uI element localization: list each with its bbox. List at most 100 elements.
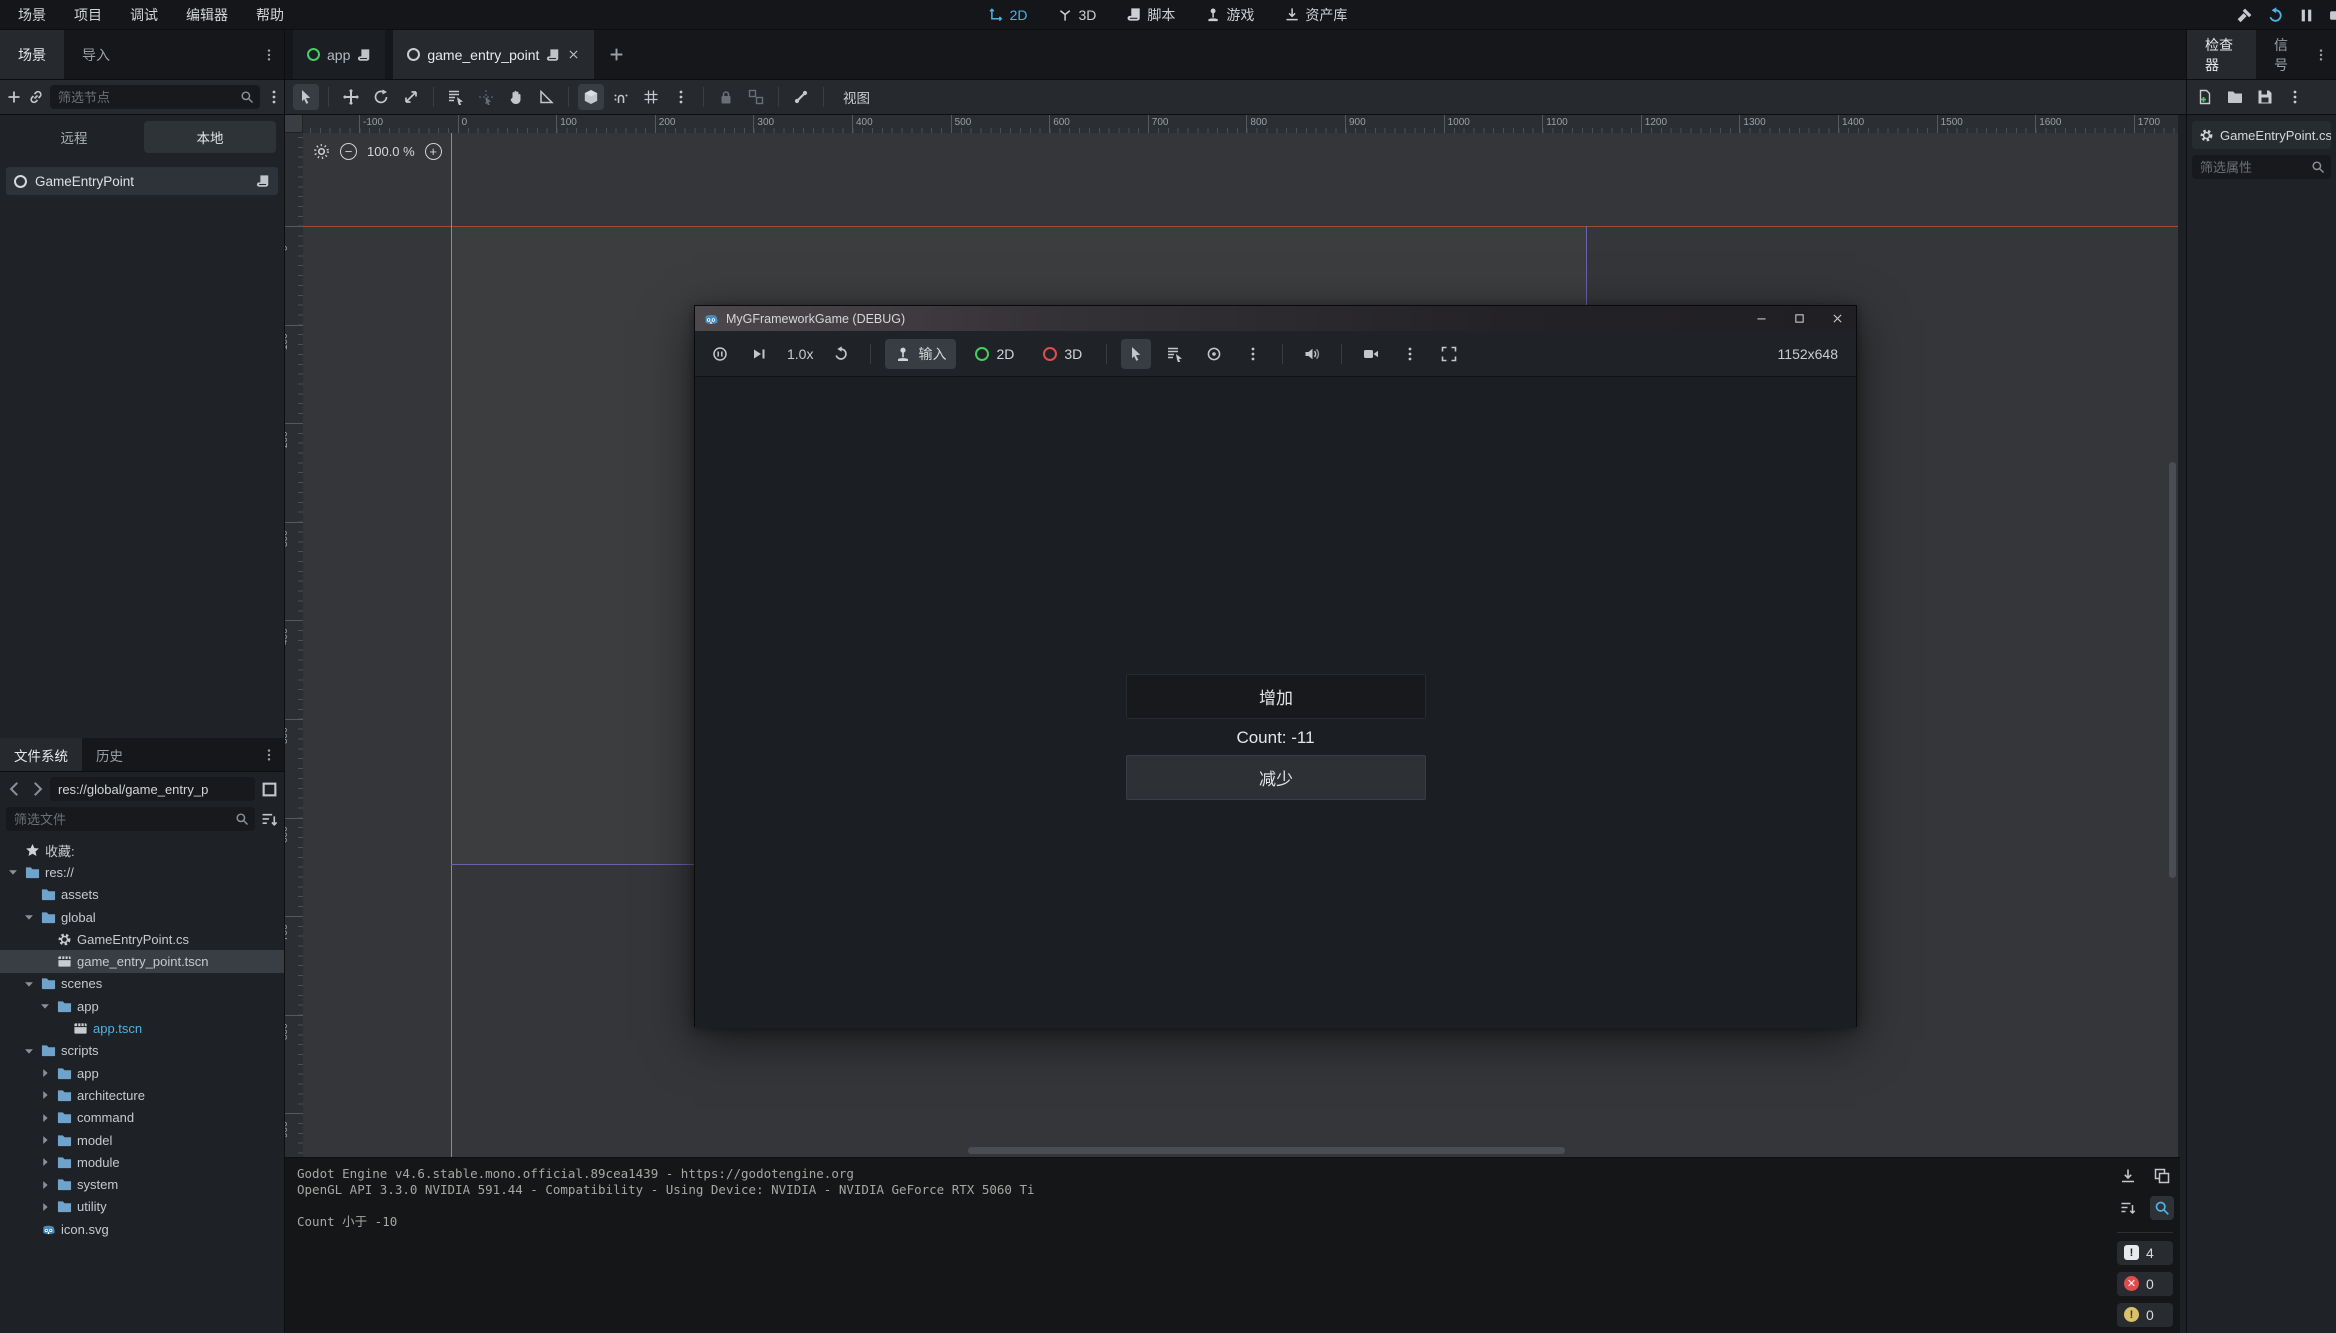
close-tab-icon[interactable] xyxy=(567,48,580,61)
lock-node-button[interactable] xyxy=(713,84,739,110)
instance-scene-button[interactable] xyxy=(28,84,44,110)
scene-tree-menu-button[interactable] xyxy=(266,84,282,110)
nav-back-icon[interactable] xyxy=(6,780,24,798)
filesystem-item-system[interactable]: system xyxy=(0,1173,284,1195)
zoom-out-button[interactable]: − xyxy=(340,143,357,160)
filter-files-input[interactable] xyxy=(6,807,255,831)
message-count-badge[interactable]: ! 4 xyxy=(2117,1241,2173,1265)
menu-editor[interactable]: 编辑器 xyxy=(176,3,238,27)
scene-tab-game-entry-point[interactable]: game_entry_point xyxy=(393,30,594,79)
add-node-button[interactable] xyxy=(6,84,22,110)
tab-import-dock[interactable]: 导入 xyxy=(64,30,128,79)
new-scene-tab-button[interactable] xyxy=(608,46,625,63)
remote-button[interactable]: 远程 xyxy=(8,121,140,153)
split-view-icon[interactable] xyxy=(261,781,278,798)
save-resource-icon[interactable] xyxy=(2257,89,2273,105)
filesystem-item-model[interactable]: model xyxy=(0,1129,284,1151)
sort-files-icon[interactable] xyxy=(261,811,278,828)
chevron-down-icon[interactable] xyxy=(22,1044,36,1058)
filesystem-item-architecture[interactable]: architecture xyxy=(0,1084,284,1106)
filesystem-item-res[interactable]: res:// xyxy=(0,861,284,883)
pause-button[interactable] xyxy=(2298,7,2315,24)
scale-tool-button[interactable] xyxy=(398,84,424,110)
chevron-right-icon[interactable] xyxy=(38,1111,52,1125)
load-resource-icon[interactable] xyxy=(2227,89,2243,105)
game-window-titlebar[interactable]: MyGFrameworkGame (DEBUG) xyxy=(695,306,1856,331)
build-button[interactable] xyxy=(2236,7,2253,24)
restart-button[interactable] xyxy=(2267,7,2284,24)
filesystem-item-[interactable]: 收藏: xyxy=(0,839,284,861)
decrease-button[interactable]: 减少 xyxy=(1126,755,1426,800)
filesystem-item-app[interactable]: app xyxy=(0,995,284,1017)
pivot-tool-button[interactable] xyxy=(473,84,499,110)
mode-2d-button[interactable]: 2D xyxy=(981,0,1036,30)
scene-tree-root-node[interactable]: GameEntryPoint xyxy=(6,167,278,195)
mode-script-button[interactable]: 脚本 xyxy=(1118,0,1183,30)
tab-history[interactable]: 历史 xyxy=(82,738,137,771)
game-options-button[interactable] xyxy=(1238,339,1268,369)
increase-button[interactable]: 增加 xyxy=(1126,674,1426,719)
local-button[interactable]: 本地 xyxy=(144,121,276,153)
scene-tab-app[interactable]: app xyxy=(293,30,385,79)
chevron-right-icon[interactable] xyxy=(38,1088,52,1102)
pan-tool-button[interactable] xyxy=(503,84,529,110)
mode-assetlib-button[interactable]: 资产库 xyxy=(1276,0,1355,30)
tab-filesystem[interactable]: 文件系统 xyxy=(0,738,82,771)
error-count-badge[interactable]: ✕ 0 xyxy=(2117,1272,2173,1296)
chevron-down-icon[interactable] xyxy=(38,999,52,1013)
search-output-button[interactable] xyxy=(2150,1196,2174,1220)
filesystem-item-icon-svg[interactable]: icon.svg xyxy=(0,1218,284,1240)
rotate-tool-button[interactable] xyxy=(368,84,394,110)
ruler-tool-button[interactable] xyxy=(533,84,559,110)
filesystem-item-game-entry-point-tscn[interactable]: game_entry_point.tscn xyxy=(0,950,284,972)
view-menu-button[interactable]: 视图 xyxy=(833,87,880,107)
speed-label[interactable]: 1.0x xyxy=(783,346,817,362)
new-resource-icon[interactable] xyxy=(2197,89,2213,105)
zoom-in-button[interactable]: + xyxy=(425,143,442,160)
filesystem-item-assets[interactable]: assets xyxy=(0,884,284,906)
inspector-dock-menu-icon[interactable] xyxy=(2314,48,2328,62)
movie-mode-button[interactable] xyxy=(2329,7,2336,24)
chevron-right-icon[interactable] xyxy=(38,1155,52,1169)
menu-debug[interactable]: 调试 xyxy=(120,3,168,27)
filesystem-menu-icon[interactable] xyxy=(262,748,276,762)
maximize-button[interactable] xyxy=(1780,306,1818,331)
chevron-down-icon[interactable] xyxy=(22,910,36,924)
zoom-percent-button[interactable]: 100.0 % xyxy=(367,144,415,159)
warning-count-badge[interactable]: ! 0 xyxy=(2117,1303,2173,1327)
menu-project[interactable]: 项目 xyxy=(64,3,112,27)
debug-3d-button[interactable]: 3D xyxy=(1033,339,1092,369)
minimize-button[interactable] xyxy=(1742,306,1780,331)
grid-toggle-button[interactable] xyxy=(638,84,664,110)
scene-dock-menu-icon[interactable] xyxy=(262,48,276,62)
filesystem-item-module[interactable]: module xyxy=(0,1151,284,1173)
game-list-select-button[interactable] xyxy=(1160,339,1190,369)
list-select-button[interactable] xyxy=(443,84,469,110)
copy-output-button[interactable] xyxy=(2150,1164,2174,1188)
tab-signals[interactable]: 信号 xyxy=(2256,30,2314,79)
more-options-button[interactable] xyxy=(1395,339,1425,369)
pause-game-button[interactable] xyxy=(705,339,735,369)
chevron-down-icon[interactable] xyxy=(6,865,20,879)
camera-override-button[interactable] xyxy=(1199,339,1229,369)
chevron-right-icon[interactable] xyxy=(38,1178,52,1192)
canvas-vertical-scrollbar[interactable] xyxy=(2169,462,2176,878)
chevron-right-icon[interactable] xyxy=(38,1066,52,1080)
grid-snap-button[interactable] xyxy=(608,84,634,110)
clear-output-button[interactable] xyxy=(2116,1164,2140,1188)
attached-script-icon[interactable] xyxy=(256,174,270,188)
filesystem-item-scripts[interactable]: scripts xyxy=(0,1040,284,1062)
menu-help[interactable]: 帮助 xyxy=(246,3,294,27)
filesystem-item-app[interactable]: app xyxy=(0,1062,284,1084)
next-frame-button[interactable] xyxy=(744,339,774,369)
game-select-tool-button[interactable] xyxy=(1121,339,1151,369)
input-mode-button[interactable]: 输入 xyxy=(885,339,956,369)
tab-scene-dock[interactable]: 场景 xyxy=(0,30,64,79)
mode-3d-button[interactable]: 3D xyxy=(1050,0,1105,30)
close-button[interactable] xyxy=(1818,306,1856,331)
menu-scene[interactable]: 场景 xyxy=(8,3,56,27)
canvas-horizontal-scrollbar[interactable] xyxy=(968,1147,1565,1154)
move-tool-button[interactable] xyxy=(338,84,364,110)
filter-nodes-input[interactable] xyxy=(50,85,260,109)
debug-2d-button[interactable]: 2D xyxy=(965,339,1024,369)
